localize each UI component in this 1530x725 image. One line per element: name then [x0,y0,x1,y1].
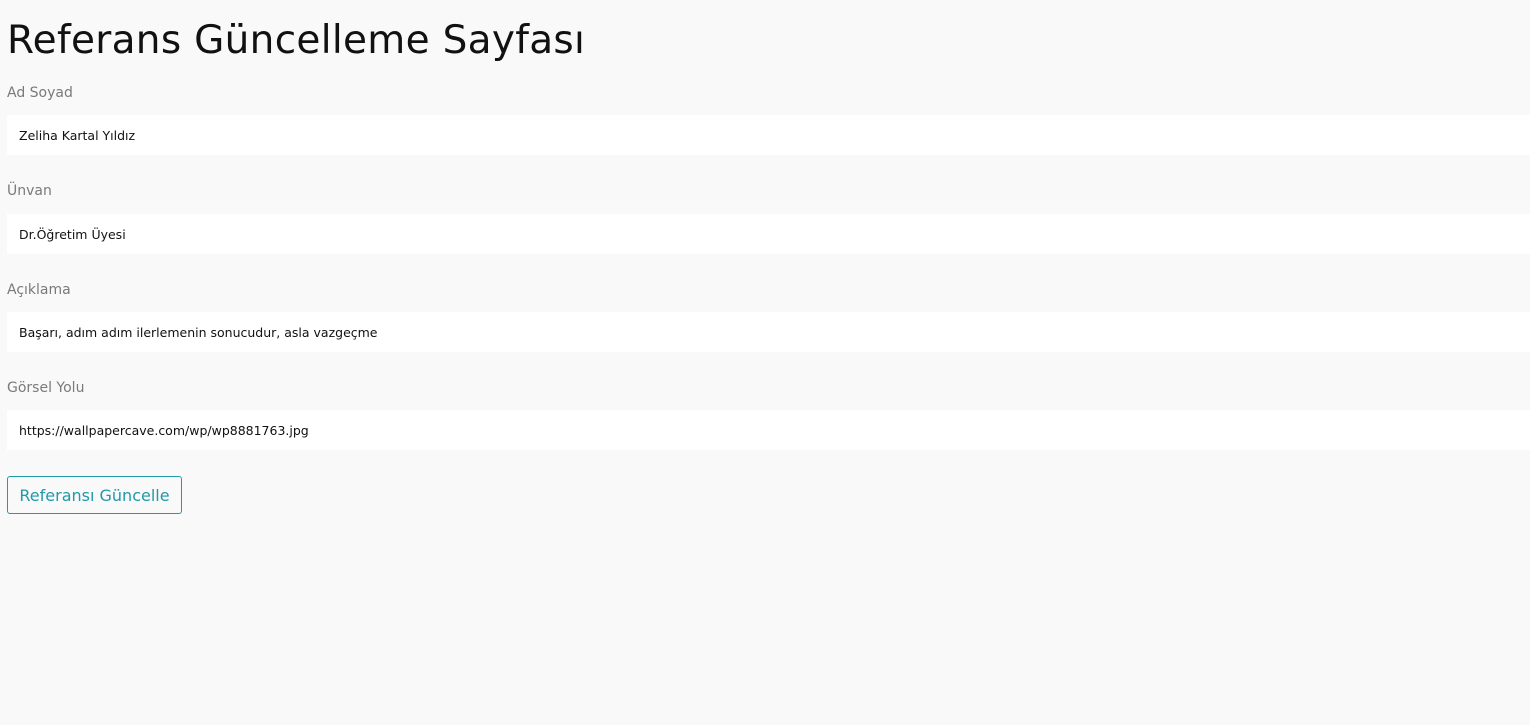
name-label: Ad Soyad [7,85,73,101]
image-path-label: Görsel Yolu [7,380,85,396]
page-title: Referans Güncelleme Sayfası [7,18,586,63]
page: Referans Güncelleme Sayfası Ad Soyad Ünv… [0,0,1530,725]
title-input[interactable] [7,214,1530,254]
title-label: Ünvan [7,183,52,199]
update-reference-button[interactable]: Referansı Güncelle [7,476,182,514]
description-label: Açıklama [7,282,71,298]
name-input[interactable] [7,115,1530,155]
description-input[interactable] [7,312,1530,352]
image-path-input[interactable] [7,410,1530,450]
